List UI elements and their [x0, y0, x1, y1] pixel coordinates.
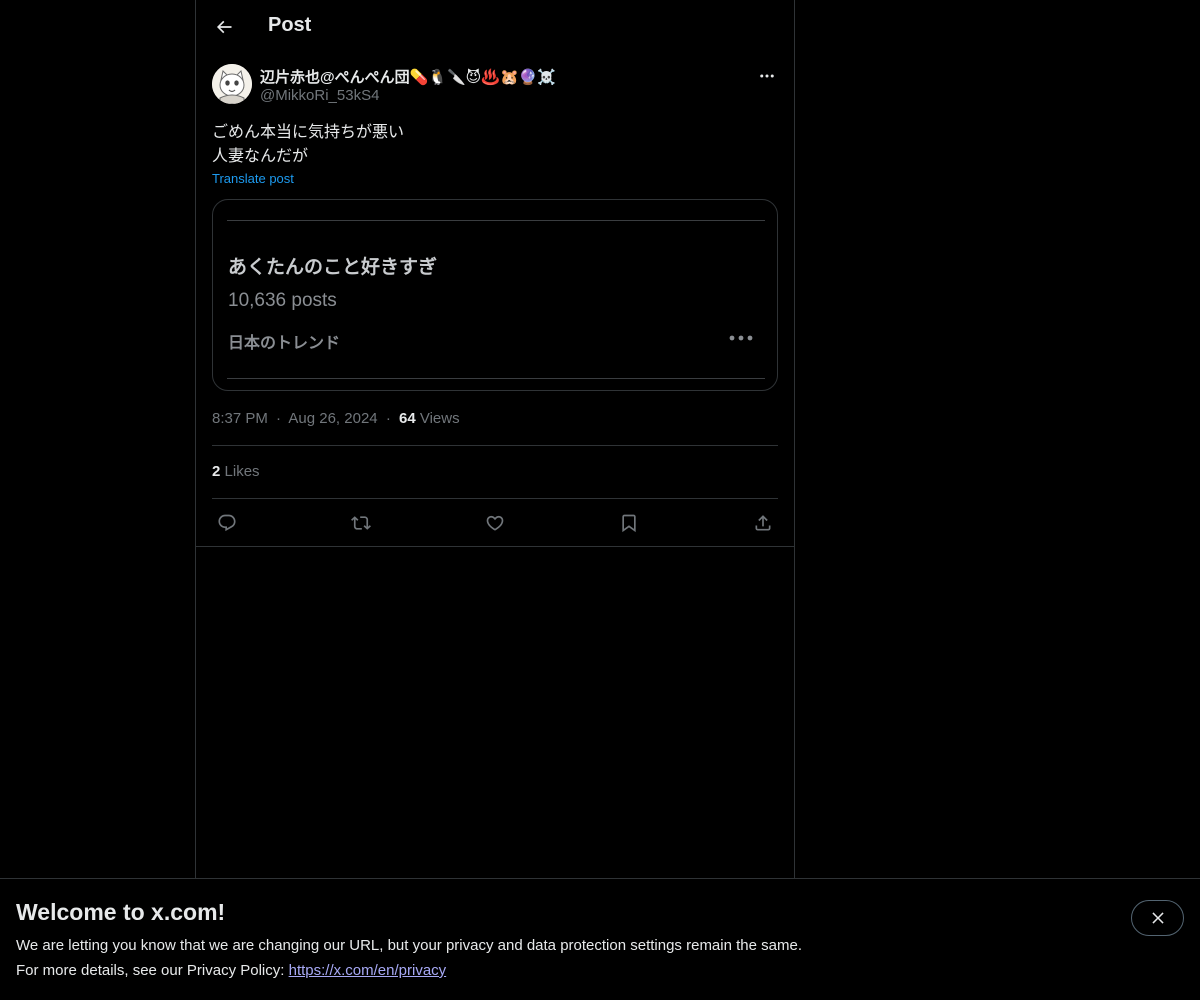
divider — [227, 378, 765, 379]
banner-message: We are letting you know that we are chan… — [16, 937, 802, 954]
views-count: 64 — [398, 410, 416, 427]
share-icon — [755, 515, 771, 531]
media-image[interactable]: あくたんのこと好きすぎ 10,636 posts 日本のトレンド — [212, 199, 778, 391]
close-icon — [1151, 912, 1164, 924]
back-button[interactable] — [208, 11, 240, 43]
share-button[interactable] — [748, 511, 778, 535]
repost-icon — [351, 516, 371, 530]
page-title: Post — [268, 14, 312, 36]
post-text-line: ごめん本当に気持ちが悪い — [212, 122, 405, 141]
close-banner-button[interactable] — [1131, 900, 1184, 936]
main-column: Post 辺片赤也@ぺんぺん団💊🐧🔪😈♨️🐹🔮☠️ @MikkoRi_53kS4 — [195, 0, 795, 880]
trend-card: あくたんのこと好きすぎ 10,636 posts 日本のトレンド — [227, 220, 765, 380]
divider — [227, 220, 765, 221]
bookmark-button[interactable] — [614, 511, 644, 535]
post-text-line: 人妻なんだが — [212, 146, 309, 165]
privacy-policy-link[interactable]: https://x.com/en/privacy — [289, 962, 447, 979]
translate-post-link[interactable]: Translate post — [212, 171, 294, 186]
banner-details: For more details, see our Privacy Policy… — [16, 962, 446, 979]
author-row: 辺片赤也@ぺんぺん団💊🐧🔪😈♨️🐹🔮☠️ @MikkoRi_53kS4 — [212, 64, 778, 106]
trend-title: あくたんのこと好きすぎ — [228, 256, 438, 278]
separator: · — [385, 410, 391, 427]
welcome-banner: Welcome to x.com! We are letting you kno… — [0, 878, 1200, 1000]
post-text: ごめん本当に気持ちが悪い 人妻なんだが — [212, 120, 404, 168]
views-label: Views — [419, 410, 460, 427]
likes-label: Likes — [224, 463, 260, 480]
action-bar — [212, 511, 778, 535]
more-options-button[interactable] — [756, 65, 778, 87]
divider — [212, 498, 778, 499]
divider — [196, 546, 794, 547]
more-icon — [729, 330, 753, 346]
reply-icon — [218, 514, 236, 532]
divider — [212, 445, 778, 446]
likes-row[interactable]: 2 Likes — [212, 463, 260, 480]
author-handle[interactable]: @MikkoRi_53kS4 — [260, 87, 379, 104]
cat-avatar-icon — [212, 64, 252, 104]
like-icon — [486, 515, 504, 531]
avatar[interactable] — [212, 64, 252, 104]
arrow-left-icon — [216, 20, 232, 34]
top-bar: Post — [196, 0, 794, 54]
banner-details-text: For more details, see our Privacy Policy… — [16, 962, 285, 979]
trend-post-count: 10,636 posts — [228, 290, 337, 311]
author-display-name[interactable]: 辺片赤也@ぺんぺん団💊🐧🔪😈♨️🐹🔮☠️ — [260, 66, 556, 87]
post-date[interactable]: Aug 26, 2024 — [288, 410, 377, 427]
reply-button[interactable] — [212, 511, 242, 535]
likes-count: 2 — [212, 463, 221, 480]
banner-title: Welcome to x.com! — [16, 899, 226, 925]
repost-button[interactable] — [346, 511, 376, 535]
more-icon — [760, 74, 774, 78]
separator: · — [276, 410, 282, 427]
post-time[interactable]: 8:37 PM — [212, 410, 268, 427]
trend-region: 日本のトレンド — [228, 333, 341, 352]
post: 辺片赤也@ぺんぺん団💊🐧🔪😈♨️🐹🔮☠️ @MikkoRi_53kS4 ごめん本… — [212, 64, 778, 533]
bookmark-icon — [622, 514, 636, 533]
post-meta: 8:37 PM · Aug 26, 2024 · 64 Views — [212, 410, 460, 427]
like-button[interactable] — [480, 511, 510, 535]
